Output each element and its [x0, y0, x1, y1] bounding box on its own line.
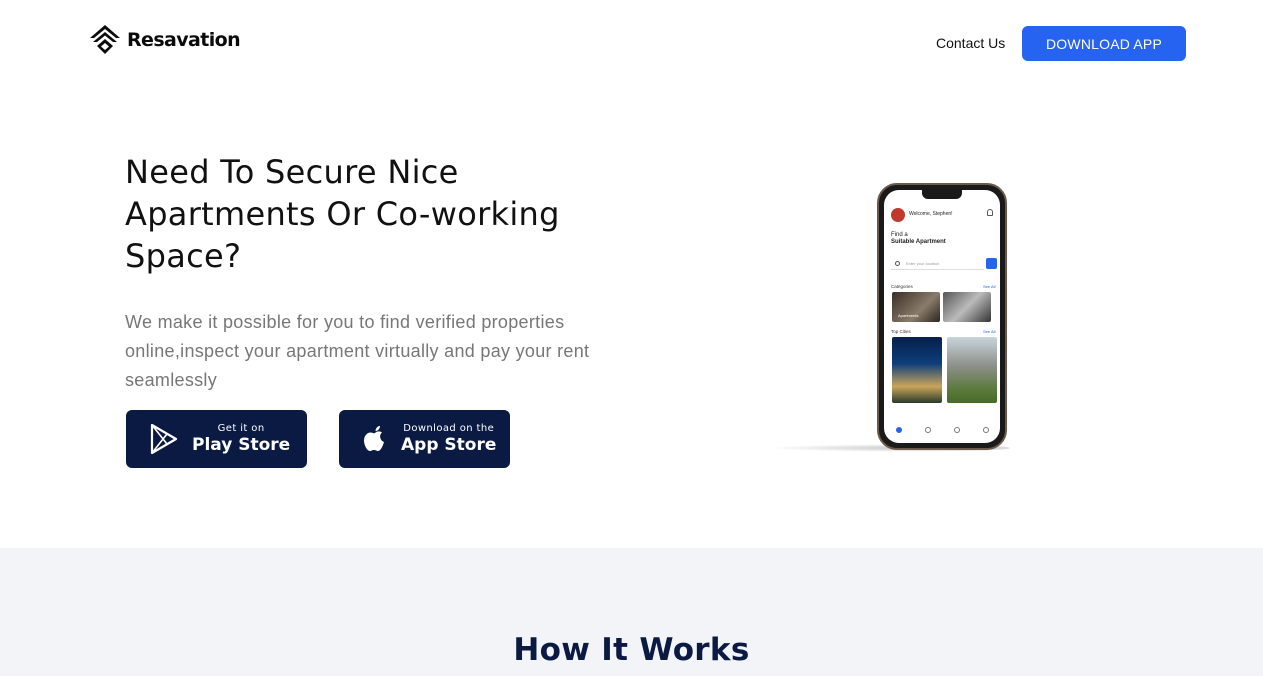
category-card	[943, 292, 991, 322]
app-store-button[interactable]: Download on the App Store	[339, 410, 510, 468]
play-store-icon	[150, 424, 178, 454]
phone-mockup: Welcome, Stephen! Find a Suitable Apartm…	[877, 183, 1007, 450]
phone-find-label: Find a	[891, 232, 908, 238]
phone-search-input: Enter your location	[891, 257, 984, 270]
phone-bottom-nav	[884, 427, 1000, 433]
play-store-label: Play Store	[192, 435, 291, 455]
brand-logo[interactable]: Resavation	[89, 24, 241, 56]
phone-see-all-categories: See All	[983, 284, 996, 289]
play-store-small-label: Get it on	[217, 423, 265, 434]
brand-name: Resavation	[127, 29, 241, 51]
app-store-small-label: Download on the	[403, 423, 495, 434]
avatar	[891, 208, 905, 222]
download-app-button[interactable]: DOWNLOAD APP	[1022, 26, 1186, 61]
search-icon	[895, 260, 900, 266]
phone-find-bold: Suitable Apartment	[891, 239, 946, 245]
hero-title: Need To Secure Nice Apartments Or Co-wor…	[125, 153, 560, 275]
bell-icon	[987, 209, 993, 216]
filter-icon	[986, 258, 997, 269]
phone-find-heading: Find a Suitable Apartment	[891, 232, 946, 246]
phone-top-cities-label: Top Cities	[891, 329, 911, 334]
city-card	[892, 337, 942, 403]
phone-search-placeholder: Enter your location	[906, 260, 940, 266]
phone-welcome-text: Welcome, Stephen!	[909, 211, 953, 217]
city-card	[947, 337, 997, 403]
landing-page: Resavation Contact Us DOWNLOAD APP Need …	[0, 0, 1263, 676]
search-icon	[953, 427, 960, 433]
home-icon	[895, 427, 902, 433]
site-header: Resavation Contact Us DOWNLOAD APP	[0, 0, 1263, 88]
phone-screen: Welcome, Stephen! Find a Suitable Apartm…	[884, 190, 1000, 443]
heart-icon	[924, 427, 931, 433]
phone-see-all-cities: See All	[983, 329, 996, 334]
category-card: Apartments	[892, 292, 940, 322]
gear-icon	[982, 427, 989, 433]
phone-notch	[922, 190, 962, 199]
how-it-works-title: How It Works	[513, 632, 750, 668]
category-label: Apartments	[898, 313, 919, 318]
hero-subtitle: We make it possible for you to find veri…	[125, 312, 590, 390]
phone-categories-label: Categories	[891, 284, 913, 289]
logo-icon	[90, 25, 120, 54]
app-store-label: App Store	[401, 435, 497, 455]
contact-us-link[interactable]: Contact Us	[936, 35, 1005, 51]
apple-icon	[361, 424, 389, 454]
play-store-button[interactable]: Get it on Play Store	[126, 410, 307, 468]
